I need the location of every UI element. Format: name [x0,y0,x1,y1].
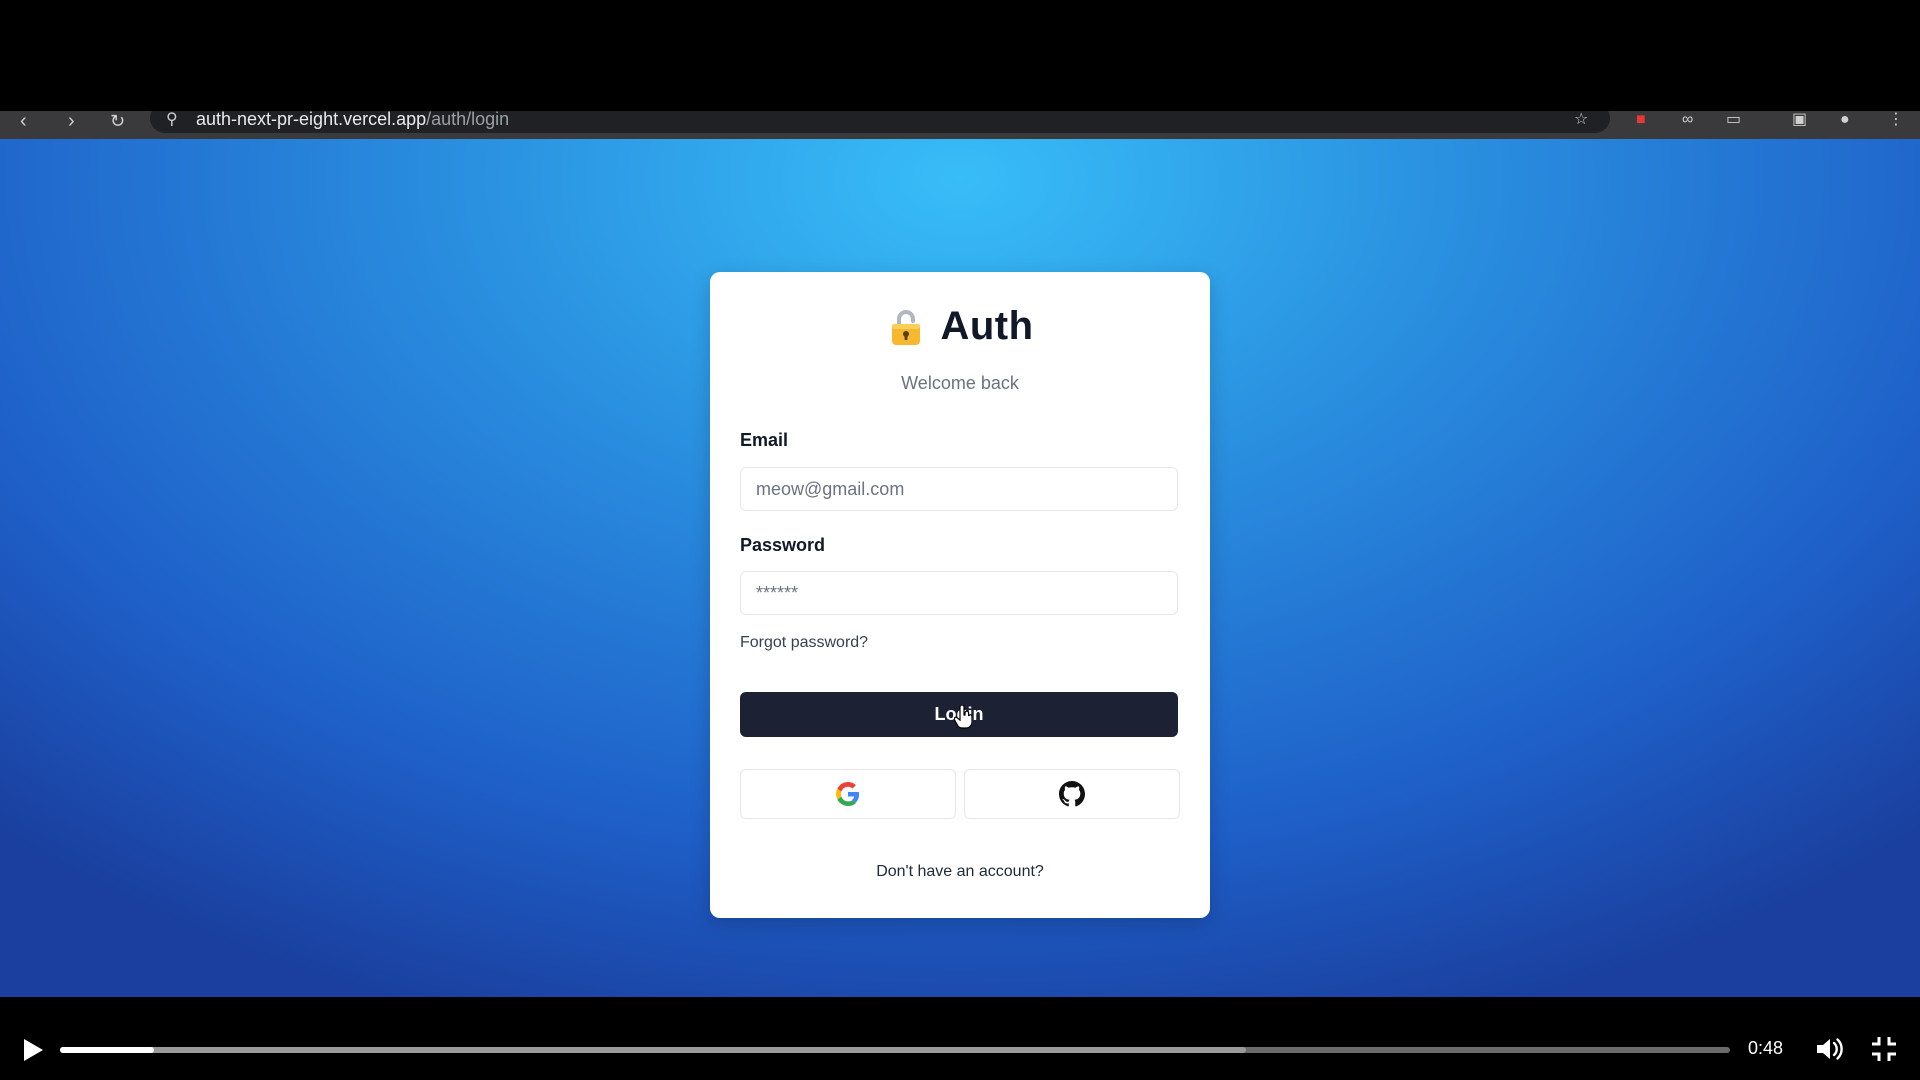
url-host: auth-next-pr-eight.vercel.app [196,111,427,129]
password-label: Password [740,535,826,555]
video-controls: 0:48 [0,997,1920,1080]
play-icon[interactable] [18,1036,46,1064]
bookmark-star-icon[interactable]: ☆ [1574,111,1588,129]
extension-icon[interactable]: ■ [1636,111,1646,129]
video-seek-bar[interactable] [60,1047,1730,1053]
video-time: 0:48 [1748,1038,1784,1058]
github-icon [1059,781,1085,807]
site-info-icon[interactable]: ⚲ [166,111,178,129]
github-login-button[interactable] [964,769,1180,819]
card-header: Auth [710,304,1210,352]
brand: Auth [886,304,1033,349]
welcome-subtitle: Welcome back [901,373,1019,393]
extension-icon-2[interactable]: ∞ [1682,111,1693,129]
video-progress-fill [60,1047,154,1053]
screen: ‹ › ↻ ⚲ auth-next-pr-eight.vercel.app/au… [0,0,1920,1080]
browser-toolbar: ‹ › ↻ ⚲ auth-next-pr-eight.vercel.app/au… [0,111,1920,139]
forward-icon[interactable]: › [68,111,75,131]
volume-icon[interactable] [1814,1034,1844,1064]
google-login-button[interactable] [740,769,956,819]
email-label: Email [740,430,789,450]
google-icon [836,782,860,806]
menu-kebab-icon[interactable]: ⋮ [1888,111,1904,129]
url-path: /auth/login [426,111,510,129]
login-page: Auth Welcome back Email Password Forgot … [0,139,1920,997]
email-field[interactable] [740,467,1178,511]
brand-title: Auth [940,304,1034,348]
hand-cursor-icon [954,705,972,729]
sidepanel-icon[interactable]: ▣ [1792,111,1807,129]
reload-icon[interactable]: ↻ [110,111,125,131]
video-letterbox-top [0,0,1920,111]
lock-icon [892,309,921,345]
exit-fullscreen-icon[interactable] [1870,1035,1898,1063]
back-icon[interactable]: ‹ [20,111,27,131]
extensions-puzzle-icon[interactable]: ▭ [1726,111,1741,129]
signup-link[interactable]: Don't have an account? [710,863,1210,881]
address-bar-url[interactable]: auth-next-pr-eight.vercel.app/auth/login [196,111,509,130]
forgot-password-link[interactable]: Forgot password? [740,634,868,652]
profile-avatar-icon[interactable]: ● [1840,111,1850,129]
login-card: Auth Welcome back Email Password Forgot … [710,272,1210,918]
password-field[interactable] [740,571,1178,615]
video-buffer-bar [60,1047,1246,1053]
